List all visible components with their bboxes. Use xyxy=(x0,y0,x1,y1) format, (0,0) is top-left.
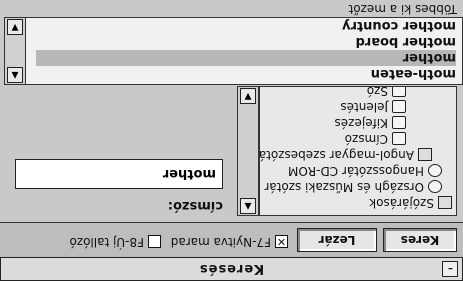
tree-item[interactable]: Címszó xyxy=(345,131,406,147)
tree-item[interactable]: Országh és Műszaki szótár xyxy=(264,179,442,195)
book-icon xyxy=(418,148,432,162)
new-browser-checkbox[interactable]: F8-Új tallózó xyxy=(69,235,161,249)
tree-item[interactable]: Szójárások xyxy=(369,195,452,211)
tag-icon xyxy=(392,100,406,114)
toolbar: Keres Lezár ✕ F7-Nyitva marad F8-Új tall… xyxy=(0,222,463,257)
tag-icon xyxy=(392,116,406,130)
tree-item[interactable]: Hangosszótár CD-ROM xyxy=(288,163,442,179)
headword-pane: címszó: mother xyxy=(6,87,231,219)
tag-icon xyxy=(392,86,406,98)
tree-scrollbar[interactable]: ▲ ▼ xyxy=(237,86,259,216)
tree-item[interactable]: Jelentés xyxy=(340,99,406,115)
results-scrollbar[interactable]: ▲ ▼ xyxy=(5,18,26,84)
checkbox-icon xyxy=(148,235,161,249)
scroll-up-icon[interactable]: ▲ xyxy=(240,198,256,214)
window-title: Keresés xyxy=(198,261,265,277)
search-window: – Keresés Keres Lezár ✕ F7-Nyitva marad … xyxy=(0,0,463,281)
dictionary-tree-pane: Szójárások Országh és Műszaki szótár Han… xyxy=(237,86,457,216)
dictionary-tree[interactable]: Szójárások Országh és Műszaki szótár Han… xyxy=(259,86,457,216)
headword-input[interactable]: mother xyxy=(15,159,223,189)
keep-open-label: F7-Nyitva marad xyxy=(170,235,271,249)
tree-item[interactable]: Kifejezés xyxy=(335,115,406,131)
cd-icon xyxy=(428,180,442,194)
close-button[interactable]: Lezár xyxy=(297,228,377,252)
rotated-window-root: – Keresés Keres Lezár ✕ F7-Nyitva marad … xyxy=(0,0,463,281)
search-button[interactable]: Keres xyxy=(383,228,457,252)
scroll-down-icon[interactable]: ▼ xyxy=(240,88,256,104)
headword-label: címszó: xyxy=(167,198,223,213)
new-browser-label: F8-Új tallózó xyxy=(69,235,144,249)
tree-item[interactable]: Szó xyxy=(367,86,406,99)
system-menu-icon[interactable]: – xyxy=(442,261,458,277)
footer-label: Többes ki a mezőt xyxy=(348,2,457,16)
scroll-up-icon[interactable]: ▲ xyxy=(7,67,23,83)
list-item[interactable]: mother country xyxy=(342,18,456,34)
tag-icon xyxy=(392,132,406,146)
tree-item[interactable]: Angol-magyar szebeszótár xyxy=(259,147,432,163)
checkbox-icon: ✕ xyxy=(275,235,288,249)
book-icon xyxy=(438,196,452,210)
scroll-down-icon[interactable]: ▼ xyxy=(7,19,23,35)
list-item[interactable]: moth-eaten xyxy=(371,66,456,82)
cd-icon xyxy=(428,164,442,178)
keep-open-checkbox[interactable]: ✕ F7-Nyitva marad xyxy=(171,235,288,249)
results-list[interactable]: moth-eaten mother mother board mother co… xyxy=(4,17,463,85)
list-item-selected[interactable]: mother xyxy=(36,50,456,66)
list-item[interactable]: mother board xyxy=(356,34,456,50)
window-titlebar: – Keresés xyxy=(0,257,463,281)
